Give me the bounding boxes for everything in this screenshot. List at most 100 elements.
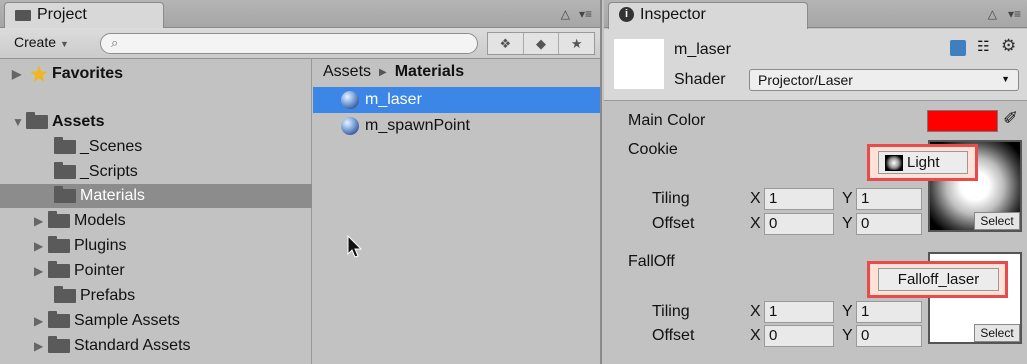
- collapse-arrow-icon[interactable]: ▼: [12, 115, 26, 129]
- expand-arrow-icon[interactable]: ▶: [34, 239, 48, 253]
- falloff-select-button[interactable]: Select: [974, 324, 1020, 342]
- cookie-offset-x-label: X: [750, 215, 761, 232]
- panel-menu-icon[interactable]: ▾≡: [579, 7, 592, 21]
- falloff-tiling-label: Tiling: [652, 303, 690, 320]
- falloff-tiling-x-label: X: [750, 303, 761, 320]
- material-sphere-icon: [341, 117, 359, 135]
- create-button[interactable]: Create ▼: [14, 34, 69, 50]
- cookie-texture-name: Light: [907, 154, 940, 171]
- select-label: Select: [980, 214, 1014, 228]
- folder-icon: [48, 236, 70, 253]
- gear-icon[interactable]: ⚙: [1001, 36, 1016, 56]
- breadcrumb-arrow-icon: ▶: [379, 66, 387, 78]
- folder-tab-icon: [15, 10, 31, 21]
- favorites-label: Favorites: [51, 65, 124, 82]
- book-help-icon[interactable]: [950, 40, 966, 56]
- dropdown-arrow-icon: ▼: [60, 39, 69, 49]
- folder-label: _Scenes: [80, 138, 143, 155]
- tab-project-label: Project: [37, 6, 87, 23]
- lock-icon[interactable]: △: [561, 7, 570, 21]
- breadcrumb: Assets ▶ Materials: [323, 63, 464, 81]
- info-icon: i: [619, 7, 634, 22]
- main-color-swatch[interactable]: [927, 110, 998, 132]
- file-list: Assets ▶ Materials m_laser m_spawnPoint: [313, 59, 600, 364]
- select-label: Select: [980, 326, 1014, 340]
- material-name: m_laser: [674, 41, 731, 58]
- inspector-panel: i Inspector △ ▾≡ m_laser Shader Projecto…: [604, 0, 1027, 364]
- falloff-tiling-y-field[interactable]: 1: [856, 301, 922, 323]
- folder-icon: [54, 286, 76, 303]
- tree-item-scenes[interactable]: _Scenes: [0, 135, 312, 159]
- tree-item-favorites[interactable]: ▶ ★ Favorites: [0, 62, 312, 86]
- falloff-offset-x-field[interactable]: 0: [764, 325, 834, 347]
- breadcrumb-materials[interactable]: Materials: [395, 63, 464, 81]
- cookie-offset-y-field[interactable]: 0: [856, 213, 922, 235]
- search-input[interactable]: ⌕: [100, 33, 478, 54]
- falloff-label: FallOff: [628, 253, 675, 270]
- folder-icon: [48, 336, 70, 353]
- material-sphere-icon: [341, 91, 359, 109]
- tree-item-models[interactable]: ▶ Models: [0, 209, 312, 233]
- folder-icon: [54, 137, 76, 154]
- cookie-tiling-y-label: Y: [842, 190, 853, 207]
- tree-item-prefabs[interactable]: Prefabs: [0, 284, 312, 308]
- falloff-tiling-x-field[interactable]: 1: [764, 301, 834, 323]
- filter-by-label-icon[interactable]: ◆: [524, 33, 560, 54]
- tree-item-standard-assets[interactable]: ▶ Standard Assets: [0, 334, 312, 358]
- project-tabbar: Project △ ▾≡: [0, 0, 600, 29]
- falloff-offset-y-field[interactable]: 0: [856, 325, 922, 347]
- assets-label: Assets: [52, 113, 105, 130]
- cookie-texture-field[interactable]: Light: [878, 151, 968, 174]
- lock-icon[interactable]: △: [988, 7, 997, 21]
- cookie-tiling-y-field[interactable]: 1: [856, 188, 922, 210]
- cookie-tiling-x-field[interactable]: 1: [764, 188, 834, 210]
- favorite-star-icon[interactable]: ★: [559, 33, 594, 54]
- folder-tree: ▶ ★ Favorites ▼ Assets _Scenes _Scripts …: [0, 59, 312, 364]
- tree-item-plugins[interactable]: ▶ Plugins: [0, 234, 312, 258]
- main-color-label: Main Color: [628, 112, 706, 129]
- mouse-cursor-icon: [347, 234, 363, 263]
- cookie-offset-x-field[interactable]: 0: [764, 213, 834, 235]
- tree-item-materials[interactable]: Materials: [0, 184, 312, 208]
- preset-sliders-icon[interactable]: ☷: [977, 38, 990, 55]
- expand-arrow-icon[interactable]: ▶: [12, 67, 26, 81]
- filter-buttons: ❖ ◆ ★: [487, 32, 595, 55]
- expand-arrow-icon[interactable]: ▶: [34, 339, 48, 353]
- falloff-texture-name: Falloff_laser: [897, 271, 980, 288]
- dropdown-arrow-icon: ▼: [1001, 74, 1010, 84]
- folder-label: Plugins: [74, 237, 127, 254]
- tree-item-assets[interactable]: ▼ Assets: [0, 110, 312, 134]
- panel-menu-icon[interactable]: ▾≡: [1008, 7, 1021, 21]
- cookie-select-button[interactable]: Select: [974, 212, 1020, 230]
- folder-label: Models: [74, 212, 126, 229]
- tree-item-sample-assets[interactable]: ▶ Sample Assets: [0, 309, 312, 333]
- folder-label: Prefabs: [80, 287, 136, 304]
- eyedropper-icon[interactable]: ✐: [1003, 108, 1018, 129]
- texture-thumb-icon: [885, 154, 903, 171]
- falloff-offset-label: Offset: [652, 327, 695, 344]
- material-preview-thumbnail: [614, 39, 664, 89]
- file-item-m-laser[interactable]: m_laser: [313, 87, 600, 113]
- expand-arrow-icon[interactable]: ▶: [34, 264, 48, 278]
- tree-item-pointer[interactable]: ▶ Pointer: [0, 259, 312, 283]
- expand-arrow-icon[interactable]: ▶: [34, 214, 48, 228]
- tab-project[interactable]: Project: [4, 2, 164, 29]
- folder-icon: [26, 112, 48, 129]
- falloff-texture-field[interactable]: Falloff_laser: [878, 268, 999, 291]
- folder-icon: [48, 211, 70, 228]
- shader-dropdown[interactable]: Projector/Laser ▼: [749, 69, 1019, 91]
- create-label: Create: [14, 34, 57, 50]
- file-item-m-spawnpoint[interactable]: m_spawnPoint: [313, 113, 600, 139]
- folder-icon: [48, 261, 70, 278]
- folder-label: Pointer: [74, 262, 125, 279]
- tab-inspector[interactable]: i Inspector: [608, 2, 808, 29]
- cookie-offset-label: Offset: [652, 215, 695, 232]
- shader-label: Shader: [674, 71, 726, 88]
- filter-by-type-icon[interactable]: ❖: [488, 33, 524, 54]
- breadcrumb-assets[interactable]: Assets: [323, 63, 371, 81]
- expand-arrow-icon[interactable]: ▶: [34, 314, 48, 328]
- folder-label: Standard Assets: [74, 337, 191, 354]
- tree-item-scripts[interactable]: _Scripts: [0, 160, 312, 184]
- cookie-tiling-x-label: X: [750, 190, 761, 207]
- cookie-offset-y-label: Y: [842, 215, 853, 232]
